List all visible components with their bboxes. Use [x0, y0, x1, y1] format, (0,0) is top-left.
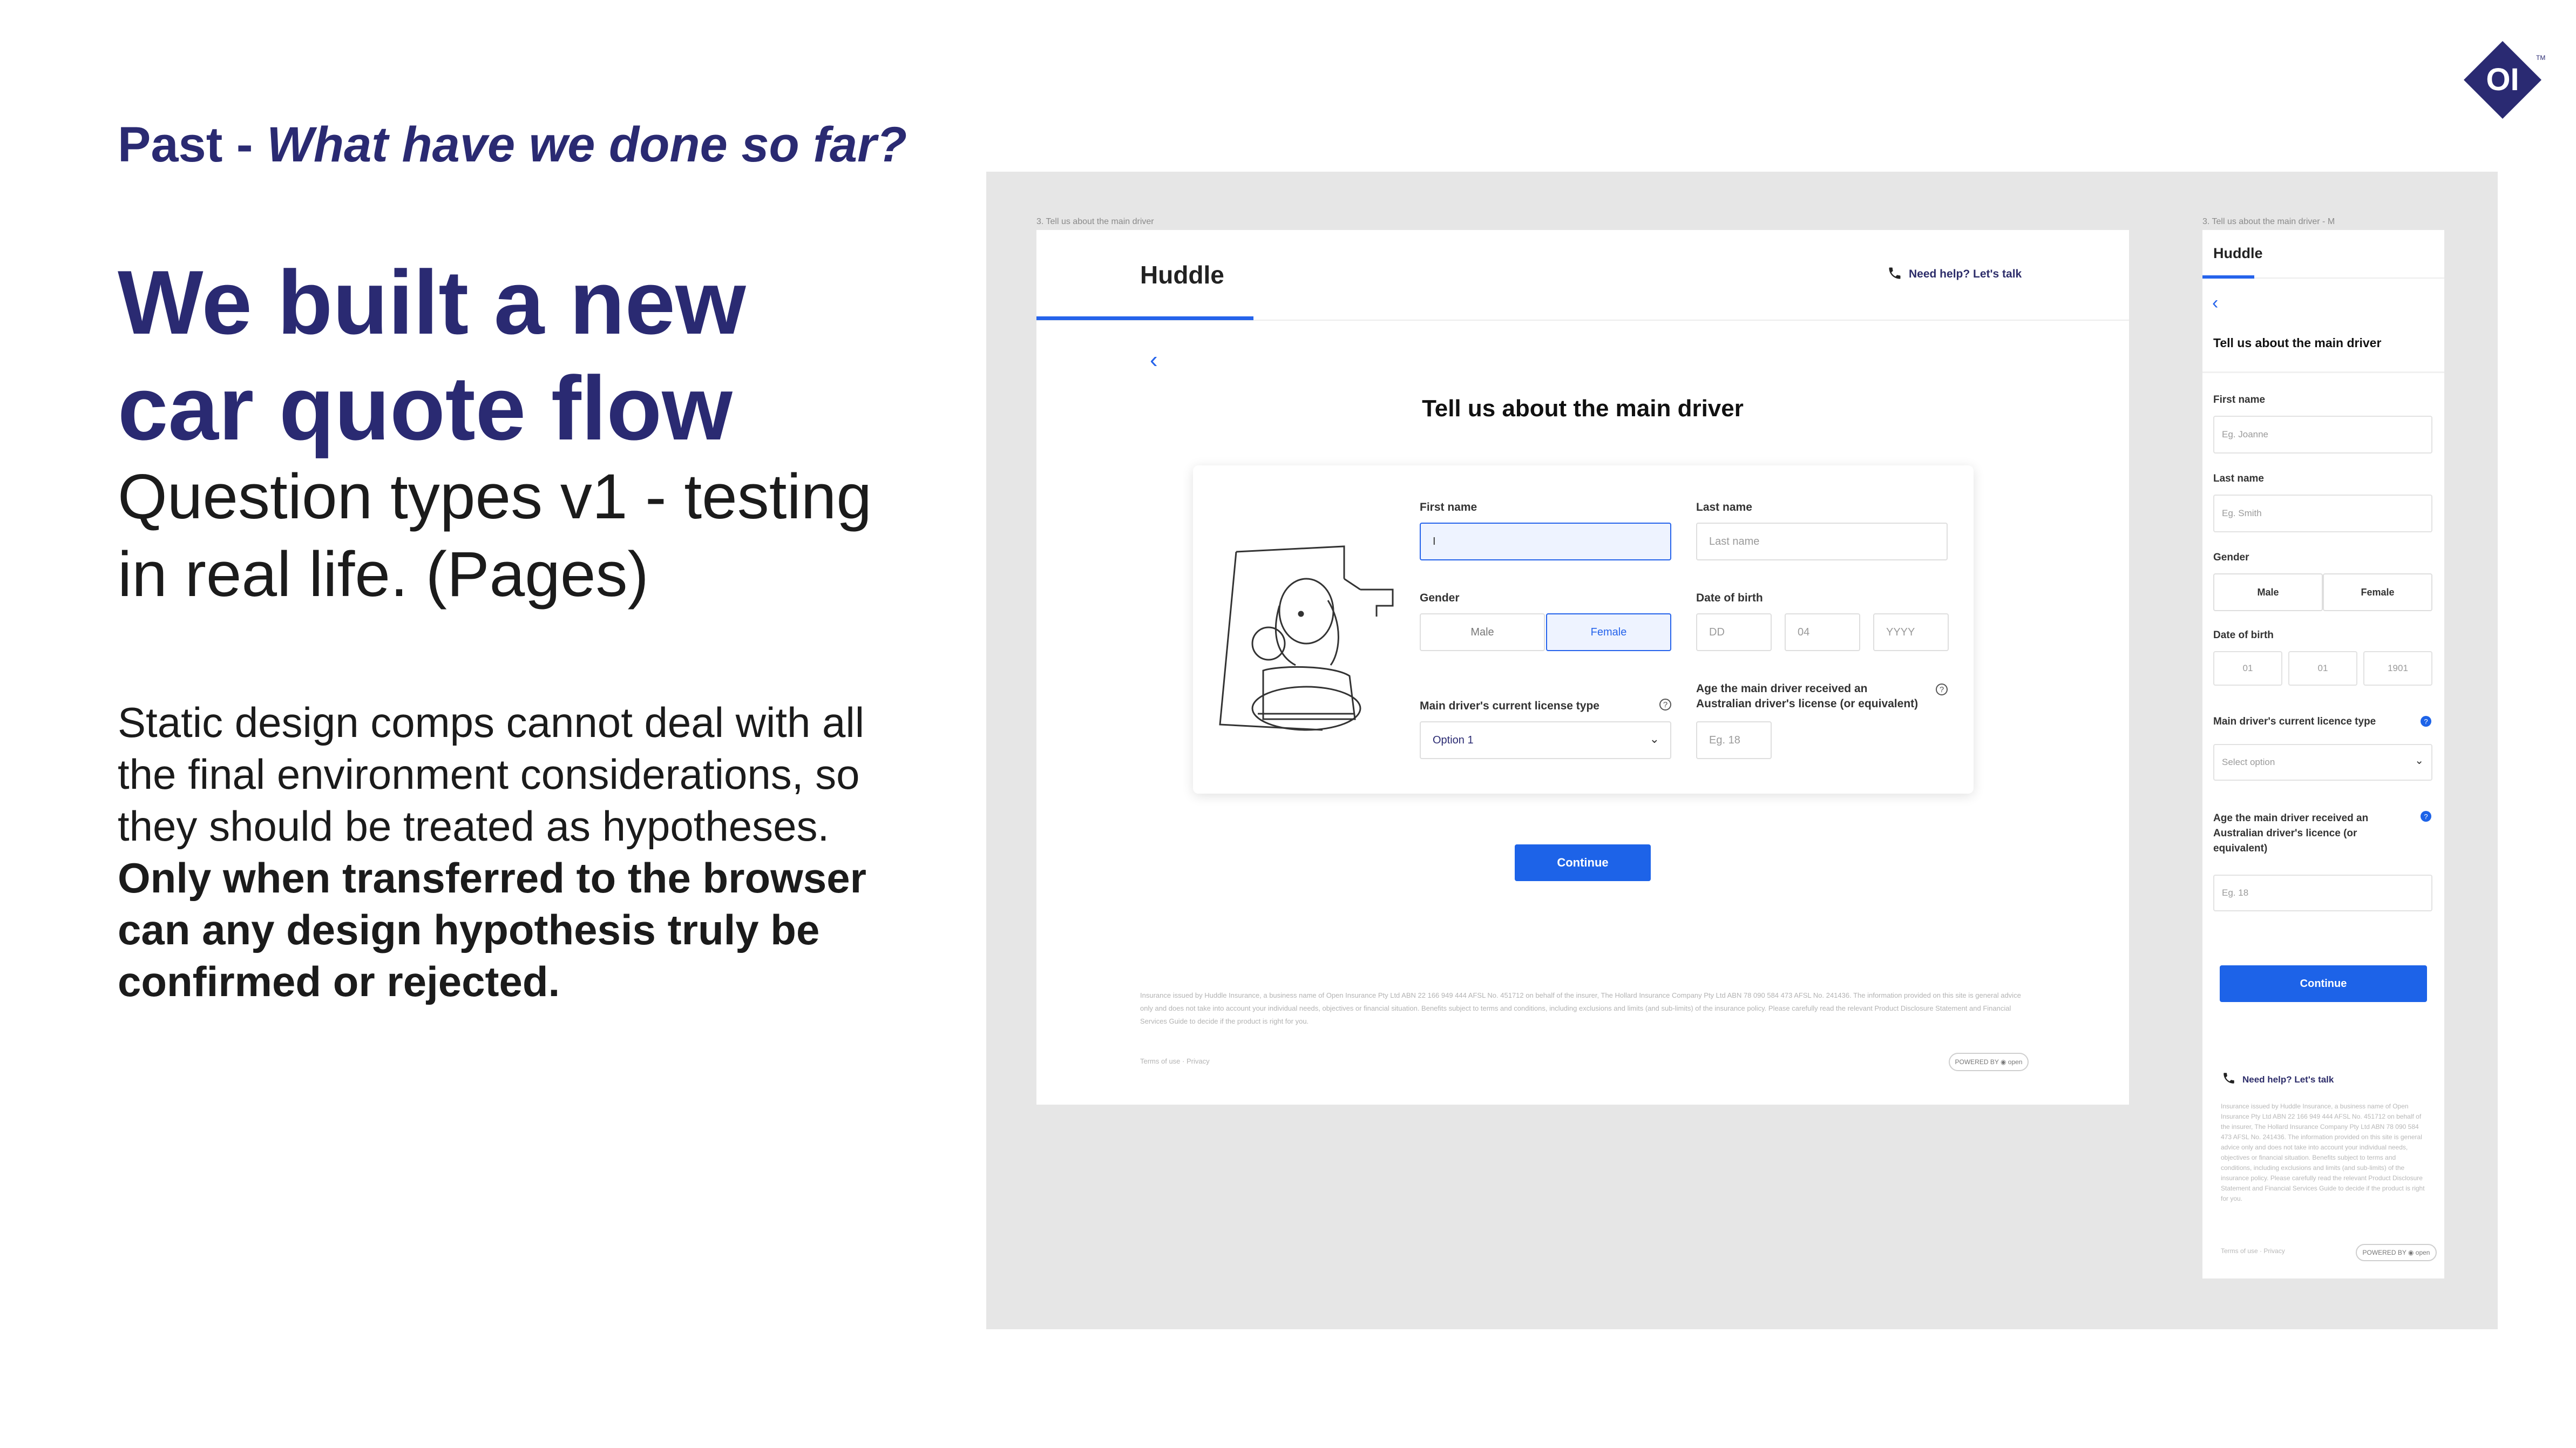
driver-illustration [1215, 536, 1409, 743]
m-terms-link[interactable]: Terms of use · Privacy [2221, 1246, 2285, 1256]
license-type-help-icon[interactable]: ? [1659, 699, 1671, 711]
m-dob-day-input[interactable]: 01 [2213, 651, 2282, 686]
mobile-frame-label: 3. Tell us about the main driver - M [2202, 217, 2335, 226]
m-first-name-input[interactable]: Eg. Joanne [2213, 416, 2432, 454]
logo-text: OI [2486, 62, 2519, 97]
dob-label: Date of birth [1696, 592, 1763, 604]
gender-male-option[interactable]: Male [1420, 613, 1545, 651]
mobile-frame: Huddle ‹ Tell us about the main driver F… [2202, 230, 2444, 1278]
slide-headline: We built a new car quote flow [118, 252, 746, 459]
chevron-down-icon: ⌄ [1649, 732, 1659, 746]
dob-year-input[interactable]: YYYY [1873, 613, 1949, 651]
m-licence-type-value: Select option [2222, 757, 2275, 767]
license-age-label: Age the main driver received an Australi… [1696, 682, 1919, 710]
first-name-input[interactable]: I [1420, 523, 1671, 560]
slide-body: Static design comps cannot deal with all… [118, 696, 900, 1007]
m-powered-by-badge: POWERED BY ◉ open [2356, 1244, 2437, 1261]
desktop-frame: Huddle Need help? Let's talk ‹ Tell us a… [1036, 230, 2129, 1105]
desktop-terms-link[interactable]: Terms of use · Privacy [1140, 1055, 1210, 1068]
desktop-disclaimer: Insurance issued by Huddle Insurance, a … [1140, 991, 2021, 1025]
brand-logo: OI TM [2462, 39, 2546, 121]
slide-subline: Question types v1 - testing in real life… [118, 461, 872, 610]
m-disclaimer: Insurance issued by Huddle Insurance, a … [2221, 1102, 2425, 1202]
mobile-brand[interactable]: Huddle [2213, 245, 2263, 262]
m-licence-type-label: Main driver's current licence type [2213, 716, 2376, 727]
m-help-link[interactable]: Need help? Let's talk [2242, 1074, 2334, 1085]
m-last-name-label: Last name [2213, 473, 2264, 484]
m-licence-type-help-icon[interactable]: ? [2421, 716, 2431, 727]
desktop-help-link[interactable]: Need help? Let's talk [1909, 268, 2022, 281]
gender-label: Gender [1420, 592, 1460, 604]
desktop-page-title: Tell us about the main driver [1422, 395, 1744, 422]
license-type-select[interactable]: Option 1 ⌄ [1420, 721, 1671, 759]
m-gender-label: Gender [2213, 552, 2249, 563]
m-last-name-input[interactable]: Eg. Smith [2213, 495, 2432, 532]
m-licence-type-select[interactable]: Select option ⌄ [2213, 744, 2432, 781]
logo-tm: TM [2536, 54, 2546, 62]
m-dob-year-input[interactable]: 1901 [2363, 651, 2432, 686]
gender-female-option[interactable]: Female [1546, 613, 1671, 651]
license-type-value: Option 1 [1433, 734, 1474, 746]
back-chevron-icon[interactable]: ‹ [1150, 347, 1158, 374]
powered-by-badge: POWERED BY ◉ open [1949, 1053, 2029, 1071]
desktop-frame-label: 3. Tell us about the main driver [1036, 217, 1154, 226]
body-plain: Static design comps cannot deal with all… [118, 699, 865, 850]
license-type-label: Main driver's current license type [1420, 700, 1599, 712]
license-age-input[interactable]: Eg. 18 [1696, 721, 1772, 759]
body-bold: Only when transferred to the browser can… [118, 854, 866, 1005]
kicker-past: Past - [118, 117, 267, 172]
last-name-input[interactable]: Last name [1696, 523, 1948, 560]
desktop-brand[interactable]: Huddle [1140, 260, 1224, 289]
mobile-back-chevron-icon[interactable]: ‹ [2212, 293, 2218, 314]
m-phone-icon [2222, 1071, 2236, 1088]
phone-icon [1887, 266, 1902, 283]
m-chevron-down-icon: ⌄ [2415, 755, 2424, 767]
m-dob-month-input[interactable]: 01 [2288, 651, 2357, 686]
m-gender-female-option[interactable]: Female [2323, 573, 2432, 611]
mobile-page-title: Tell us about the main driver [2213, 336, 2382, 350]
continue-button[interactable]: Continue [1515, 844, 1651, 881]
m-dob-label: Date of birth [2213, 630, 2274, 641]
m-continue-button[interactable]: Continue [2220, 965, 2427, 1002]
kicker-question: What have we done so far? [267, 117, 907, 172]
desktop-active-indicator [1036, 316, 1253, 320]
m-first-name-label: First name [2213, 394, 2266, 405]
first-name-label: First name [1420, 501, 1477, 513]
mobile-active-indicator [2202, 275, 2254, 279]
driver-form-card: First name I Last name Last name Gender … [1193, 465, 1974, 794]
slide-kicker: Past - What have we done so far? [118, 117, 907, 173]
mobile-divider [2202, 371, 2444, 373]
m-gender-male-option[interactable]: Male [2213, 573, 2323, 611]
m-licence-age-input[interactable]: Eg. 18 [2213, 875, 2432, 911]
m-licence-age-label: Age the main driver received an Australi… [2213, 813, 2369, 854]
license-age-help-icon[interactable]: ? [1936, 684, 1948, 695]
dob-day-input[interactable]: DD [1696, 613, 1772, 651]
last-name-label: Last name [1696, 501, 1752, 513]
m-licence-age-help-icon[interactable]: ? [2421, 811, 2431, 822]
dob-month-input[interactable]: 04 [1785, 613, 1860, 651]
